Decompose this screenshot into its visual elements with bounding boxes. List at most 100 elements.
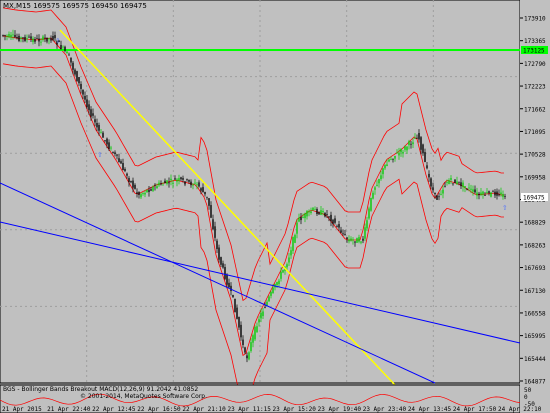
candle-body (28, 36, 30, 38)
candle (254, 325, 256, 341)
candle-body (136, 192, 138, 194)
candle-body (64, 46, 66, 51)
candle-body (360, 241, 362, 243)
candle-body (98, 124, 100, 131)
price-label: 168829 (524, 220, 546, 227)
candle-body (228, 282, 230, 288)
candle (370, 197, 372, 212)
time-label: 21 Apr 22:40 (47, 406, 91, 413)
candle-body (362, 238, 364, 241)
indicator-label: BGS - Bollinger Bands Breakout MACD(12,2… (3, 386, 198, 393)
candle-body (322, 211, 324, 213)
candle-body (26, 38, 28, 40)
candle-body (436, 195, 438, 200)
candle-body (86, 99, 88, 108)
candle-body (66, 51, 68, 54)
hline-tag-text: 173125 (523, 48, 545, 55)
candle-body (60, 45, 62, 50)
candle-body (52, 36, 54, 40)
candle-body (396, 152, 398, 154)
candle-body (394, 155, 396, 159)
candle-body (168, 182, 170, 184)
price-label: 171662 (524, 106, 546, 113)
price-label: 173910 (524, 16, 546, 23)
candle-body (110, 147, 112, 149)
candle-body (154, 184, 156, 186)
candle-body (210, 205, 212, 218)
candle-body (146, 189, 148, 193)
candle-body (370, 197, 372, 211)
candle-body (220, 257, 222, 265)
candle-body (356, 238, 358, 243)
candle-body (254, 327, 256, 340)
candle-body (218, 247, 220, 260)
candle-body (74, 69, 76, 75)
candle-body (82, 89, 84, 95)
candle-body (30, 36, 32, 39)
time-label: 23 Apr 11:15 (227, 406, 271, 413)
candle-body (196, 184, 198, 186)
price-label: 172790 (524, 61, 546, 68)
candle-body (448, 180, 450, 185)
candle-body (182, 178, 184, 180)
candle-body (474, 189, 476, 193)
candle-body (138, 191, 140, 196)
copyright-text: © 2001-2014, MetaQuotes Software Corp. (80, 393, 207, 400)
candle-body (42, 36, 44, 40)
candle-body (366, 220, 368, 229)
candle-body (354, 241, 356, 243)
price-chart-canvas[interactable]: ⇧ ⇧ ⇧ 173910 173365 172790 172223 171662 171095… (0, 0, 550, 413)
candle-body (406, 146, 408, 151)
candle-body (20, 37, 22, 39)
candle-body (10, 34, 12, 38)
candle-body (496, 191, 498, 196)
candle-body (124, 168, 126, 171)
candle (490, 191, 492, 198)
candle-body (164, 180, 166, 184)
candle-body (50, 38, 52, 41)
candle-body (130, 181, 132, 183)
candle-body (260, 312, 262, 319)
candle-body (128, 178, 130, 182)
candle-body (222, 263, 224, 268)
candle-body (372, 192, 374, 199)
candle-body (280, 271, 282, 279)
candle-body (424, 152, 426, 163)
candle-body (460, 182, 462, 187)
candle-body (172, 182, 174, 184)
time-label: 21 Apr 2015 (2, 406, 42, 413)
candle-body (330, 214, 332, 222)
candle-body (378, 179, 380, 184)
candle-body (112, 151, 114, 153)
candle-body (402, 151, 404, 154)
candle-body (368, 208, 370, 219)
price-label: 167693 (524, 265, 546, 272)
candle (436, 194, 438, 200)
chart-window[interactable]: ⇧ ⇧ ⇧ 173910 173365 172790 172223 171662 171095… (0, 0, 550, 413)
candle-body (242, 339, 244, 345)
candle (368, 206, 370, 220)
candle-body (276, 282, 278, 285)
candle-body (292, 237, 294, 251)
candle-body (8, 33, 10, 38)
candle-body (214, 226, 216, 238)
candle-body (500, 192, 502, 195)
candle-body (298, 217, 300, 222)
candle-body (480, 192, 482, 195)
candle-body (392, 158, 394, 160)
candle-body (2, 35, 4, 36)
candle-body (212, 219, 214, 230)
candle-body (272, 287, 274, 294)
candle-body (336, 225, 338, 227)
candle-body (180, 177, 182, 180)
candle-body (22, 37, 24, 39)
candle-body (122, 163, 124, 171)
candle (454, 179, 456, 184)
candle-body (302, 216, 304, 218)
indicator-axis-label: 0 (524, 394, 528, 401)
chart-header: MX,M15 169575 169575 169450 169475 (3, 2, 147, 10)
candle-body (290, 250, 292, 256)
candle-body (106, 138, 108, 145)
candle-body (270, 292, 272, 296)
candle-body (478, 193, 480, 196)
